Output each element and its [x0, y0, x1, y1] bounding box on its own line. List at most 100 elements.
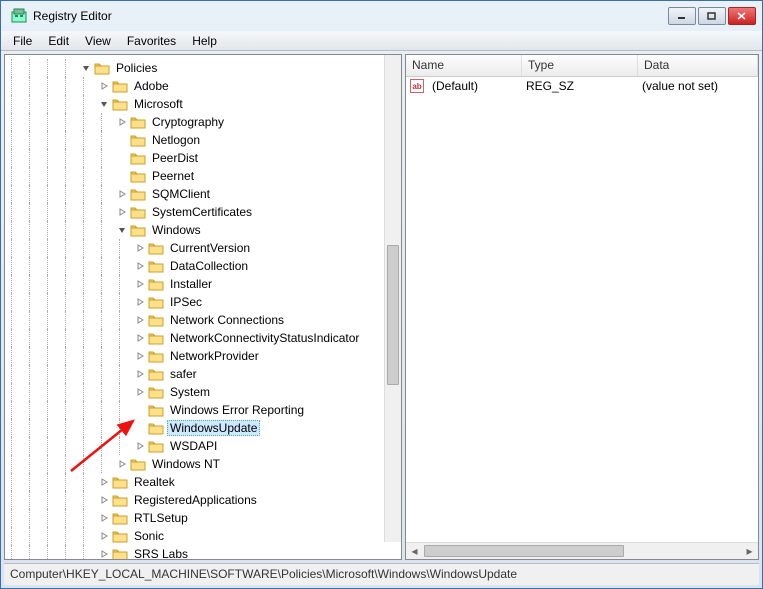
tree-item-networkprovider[interactable]: NetworkProvider [9, 347, 401, 365]
expand-toggle[interactable] [99, 99, 110, 110]
folder-icon [112, 547, 128, 559]
expand-toggle[interactable] [117, 207, 128, 218]
tree-item-datacollection[interactable]: DataCollection [9, 257, 401, 275]
window-title: Registry Editor [33, 9, 668, 23]
tree-item-label: NetworkProvider [167, 348, 262, 364]
tree-item-registeredapplications[interactable]: RegisteredApplications [9, 491, 401, 509]
titlebar[interactable]: Registry Editor [1, 1, 762, 31]
menubar: File Edit View Favorites Help [1, 31, 762, 51]
folder-icon [130, 205, 146, 219]
expand-toggle[interactable] [135, 279, 146, 290]
tree-item-currentversion[interactable]: CurrentVersion [9, 239, 401, 257]
scroll-right-button[interactable]: ▸ [741, 544, 758, 559]
tree-item-label: WSDAPI [167, 438, 220, 454]
tree-item-label: Windows [149, 222, 204, 238]
tree-item-microsoft[interactable]: Microsoft [9, 95, 401, 113]
expand-toggle[interactable] [117, 135, 128, 146]
expand-toggle[interactable] [117, 189, 128, 200]
tree-item-label: System [167, 384, 213, 400]
col-type[interactable]: Type [522, 55, 638, 76]
tree-item-label: RTLSetup [131, 510, 191, 526]
expand-toggle[interactable] [135, 369, 146, 380]
close-button[interactable] [728, 7, 756, 25]
expand-toggle[interactable] [135, 261, 146, 272]
col-data[interactable]: Data [638, 55, 758, 76]
folder-icon [148, 403, 164, 417]
expand-toggle[interactable] [99, 477, 110, 488]
tree-item-netlogon[interactable]: Netlogon [9, 131, 401, 149]
tree-item-peerdist[interactable]: PeerDist [9, 149, 401, 167]
tree-item-systemcertificates[interactable]: SystemCertificates [9, 203, 401, 221]
expand-toggle[interactable] [117, 117, 128, 128]
folder-icon [112, 511, 128, 525]
tree-item-label: Netlogon [149, 132, 203, 148]
tree-item-policies[interactable]: Policies [9, 59, 401, 77]
tree-item-rtlsetup[interactable]: RTLSetup [9, 509, 401, 527]
tree-item-label: Network Connections [167, 312, 287, 328]
expand-toggle[interactable] [117, 153, 128, 164]
folder-icon [130, 115, 146, 129]
expand-toggle[interactable] [135, 243, 146, 254]
folder-icon [112, 475, 128, 489]
maximize-button[interactable] [698, 7, 726, 25]
value-name: (Default) [426, 79, 520, 93]
tree-item-windows[interactable]: Windows [9, 221, 401, 239]
tree-item-cryptography[interactable]: Cryptography [9, 113, 401, 131]
tree-item-label: Policies [113, 60, 160, 76]
tree-pane: PoliciesAdobeMicrosoftCryptography Netlog… [4, 54, 402, 560]
scroll-left-button[interactable]: ◂ [406, 544, 423, 559]
tree-item-installer[interactable]: Installer [9, 275, 401, 293]
folder-icon [148, 259, 164, 273]
menu-help[interactable]: Help [184, 32, 225, 50]
tree-item-adobe[interactable]: Adobe [9, 77, 401, 95]
list-horizontal-scrollbar[interactable]: ◂ ▸ [406, 542, 758, 559]
tree-item-safer[interactable]: safer [9, 365, 401, 383]
folder-icon [130, 223, 146, 237]
tree-item-label: Cryptography [149, 114, 227, 130]
annotation-arrow [67, 397, 147, 477]
tree-item-sonic[interactable]: Sonic [9, 527, 401, 545]
tree-item-label: Peernet [149, 168, 197, 184]
tree-vertical-scrollbar[interactable] [384, 55, 401, 542]
expand-toggle[interactable] [81, 63, 92, 74]
tree-item-label: CurrentVersion [167, 240, 253, 256]
expand-toggle[interactable] [99, 81, 110, 92]
expand-toggle[interactable] [99, 531, 110, 542]
value-row[interactable]: ab (Default) REG_SZ (value not set) [406, 77, 758, 95]
tree-item-ipsec[interactable]: IPSec [9, 293, 401, 311]
folder-icon [130, 187, 146, 201]
tree-item-label: IPSec [167, 294, 205, 310]
scroll-thumb[interactable] [424, 545, 624, 557]
tree-item-sqmclient[interactable]: SQMClient [9, 185, 401, 203]
expand-toggle[interactable] [135, 387, 146, 398]
tree-item-label: Windows NT [149, 456, 223, 472]
tree-item-label: DataCollection [167, 258, 251, 274]
expand-toggle[interactable] [135, 297, 146, 308]
tree-item-srs-labs[interactable]: SRS Labs [9, 545, 401, 559]
tree-item-network-connections[interactable]: Network Connections [9, 311, 401, 329]
values-list[interactable]: ab (Default) REG_SZ (value not set) ◂ ▸ [406, 77, 758, 559]
expand-toggle[interactable] [135, 333, 146, 344]
expand-toggle[interactable] [99, 495, 110, 506]
expand-toggle[interactable] [99, 513, 110, 524]
menu-edit[interactable]: Edit [40, 32, 77, 50]
menu-file[interactable]: File [5, 32, 40, 50]
registry-tree[interactable]: PoliciesAdobeMicrosoftCryptography Netlog… [5, 55, 401, 559]
expand-toggle[interactable] [99, 549, 110, 560]
tree-item-label: safer [167, 366, 200, 382]
expand-toggle[interactable] [135, 315, 146, 326]
expand-toggle[interactable] [135, 351, 146, 362]
status-path: Computer\HKEY_LOCAL_MACHINE\SOFTWARE\Pol… [10, 567, 517, 581]
scroll-thumb[interactable] [387, 245, 399, 385]
tree-item-label: NetworkConnectivityStatusIndicator [167, 330, 362, 346]
menu-view[interactable]: View [77, 32, 119, 50]
col-name[interactable]: Name [406, 55, 522, 76]
value-type: REG_SZ [520, 79, 636, 93]
minimize-button[interactable] [668, 7, 696, 25]
folder-icon [148, 349, 164, 363]
menu-favorites[interactable]: Favorites [119, 32, 184, 50]
expand-toggle[interactable] [117, 171, 128, 182]
tree-item-peernet[interactable]: Peernet [9, 167, 401, 185]
tree-item-networkconnectivitystatusindicator[interactable]: NetworkConnectivityStatusIndicator [9, 329, 401, 347]
expand-toggle[interactable] [117, 225, 128, 236]
